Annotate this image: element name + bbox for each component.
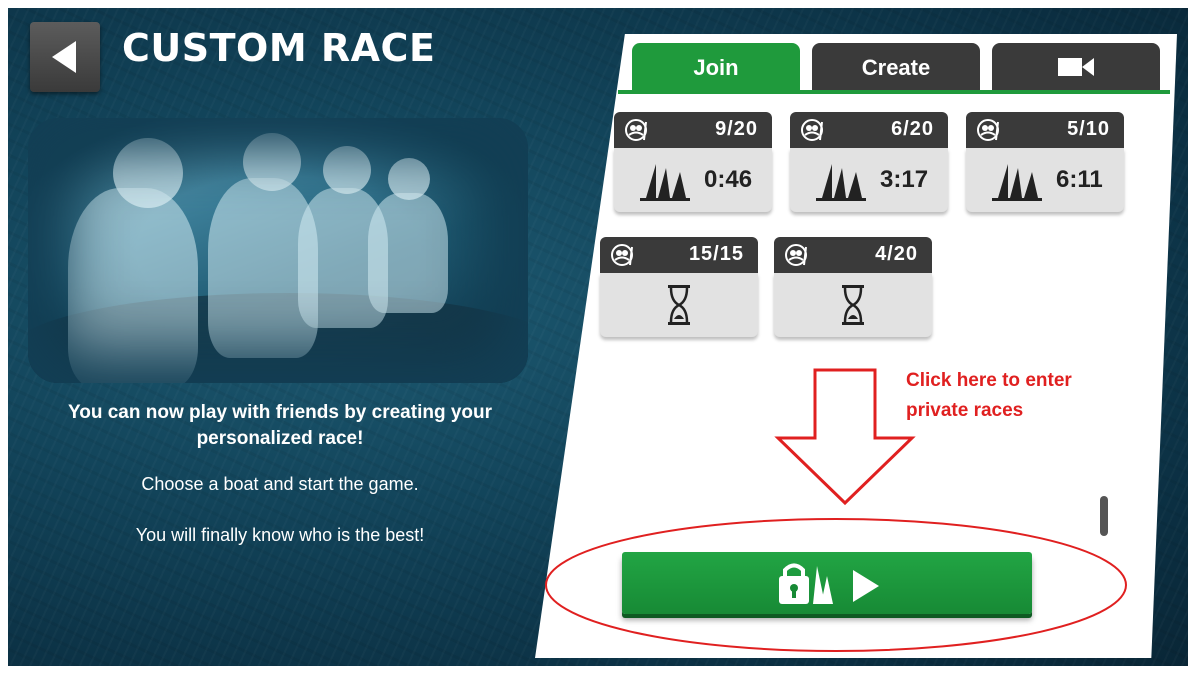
annotation-ellipse	[545, 518, 1127, 652]
race-card[interactable]: 15/15	[600, 237, 758, 337]
instruction-text: Choose a boat and start the game.	[141, 474, 419, 494]
back-arrow-icon	[52, 41, 76, 73]
race-card[interactable]: 6/20 3:17	[790, 112, 948, 212]
group-icon	[611, 244, 633, 266]
group-icon	[625, 119, 647, 141]
player-count: 5/10	[1067, 118, 1110, 140]
player-count: 9/20	[715, 118, 758, 140]
sailboats-icon	[816, 164, 866, 201]
intro-text: You can now play with friends by creatin…	[67, 402, 493, 449]
tab-join[interactable]: Join	[632, 43, 800, 91]
hourglass-icon	[668, 285, 690, 325]
annotation-text: Click here to enter private races	[906, 366, 1072, 426]
sailboats-icon	[640, 164, 690, 201]
video-camera-icon	[1058, 58, 1094, 76]
hourglass-icon	[842, 285, 864, 325]
annotation-line-1: Click here to enter	[906, 370, 1072, 391]
race-card[interactable]: 9/20 0:46	[614, 112, 772, 212]
player-count: 4/20	[875, 243, 918, 265]
group-icon	[977, 119, 999, 141]
annotation-line-2: private races	[906, 400, 1024, 421]
race-card[interactable]: 4/20	[774, 237, 932, 337]
sailboats-icon	[992, 164, 1042, 201]
tab-underline	[618, 90, 1170, 94]
race-time: 0:46	[704, 166, 753, 193]
race-time: 6:11	[1056, 166, 1103, 193]
page-title: CUSTOM RACE	[122, 26, 436, 70]
group-icon	[785, 244, 807, 266]
back-button[interactable]	[30, 22, 100, 92]
tagline-text: You will finally know who is the best!	[135, 525, 425, 545]
tab-video[interactable]	[992, 43, 1160, 91]
group-icon	[801, 119, 823, 141]
race-card[interactable]: 5/10 6:11	[966, 112, 1124, 212]
player-count: 15/15	[688, 243, 744, 265]
annotation-arrow	[774, 368, 916, 506]
tab-create[interactable]: Create	[812, 43, 980, 91]
player-count: 6/20	[891, 118, 934, 140]
promo-photo	[28, 118, 528, 383]
race-time: 3:17	[880, 166, 929, 193]
